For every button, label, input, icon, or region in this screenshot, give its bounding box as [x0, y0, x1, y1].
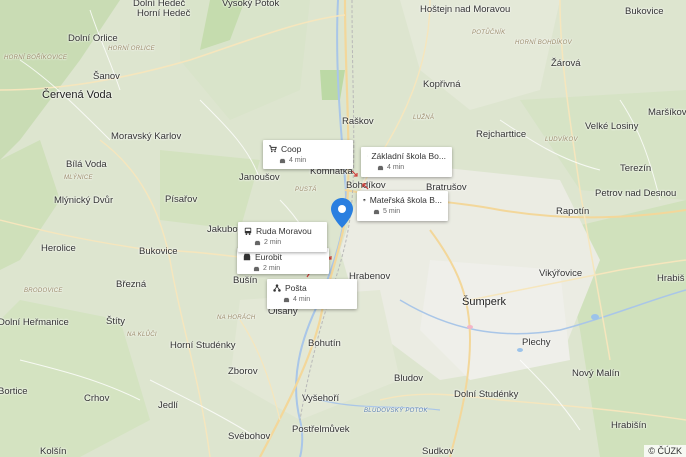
map-terrain — [0, 0, 686, 457]
place-label: Šumperk — [462, 296, 507, 308]
place-label: Dolní Heřmanice — [0, 317, 69, 328]
direction-arrow-icon — [362, 183, 369, 190]
place-label: Horní Bohdíkov — [515, 40, 572, 46]
poi-travel-time: 5 min — [383, 208, 401, 215]
poi-title: Pošta — [285, 283, 307, 293]
place-label: Moravský Karlov — [111, 131, 182, 142]
place-label: Na Klůči — [127, 332, 157, 338]
place-label: Postřelmůvek — [292, 424, 350, 435]
place-label: Březná — [116, 279, 147, 290]
place-label: Ludvíkov — [545, 137, 578, 143]
place-label: Bílá Voda — [66, 159, 107, 170]
post-icon — [273, 284, 281, 292]
poi-title: Eurobit — [255, 252, 282, 262]
place-label: Vysoký Potok — [222, 0, 280, 9]
place-label: Crhov — [84, 393, 110, 404]
place-label: Hoštejn nad Moravou — [420, 4, 511, 15]
place-label: Petrov nad Desnou — [595, 188, 677, 199]
place-label: Raškov — [342, 116, 374, 127]
place-label: Bludovský Potok — [364, 408, 428, 414]
place-label: Hrabišín — [611, 420, 647, 431]
shop-icon — [243, 253, 251, 261]
place-label: Plechy — [522, 337, 551, 348]
place-label: Brodovice — [24, 288, 63, 294]
poi-travel-time: 4 min — [293, 296, 311, 303]
place-label: Bortice — [0, 386, 28, 397]
poi-card-coop[interactable]: Coop 4 min — [263, 140, 353, 169]
poi-card-kindergarten[interactable]: Mateřská škola B... 5 min — [357, 191, 448, 221]
place-label: Zborov — [228, 366, 258, 377]
place-label: Vyšehoří — [302, 393, 340, 404]
poi-title: Coop — [281, 144, 302, 154]
poi-title: Ruda Moravou — [256, 226, 312, 236]
poi-travel-time: 4 min — [387, 164, 405, 171]
poi-title: Mateřská škola B... — [369, 195, 442, 205]
car-icon — [283, 297, 290, 302]
car-icon — [254, 240, 261, 245]
poi-card-post-office[interactable]: Pošta 4 min — [267, 279, 357, 309]
place-label: Maršíkov — [648, 107, 686, 118]
place-label: Nový Malín — [572, 368, 620, 379]
poi-card-basic-school[interactable]: Základní škola Bo... 4 min — [361, 147, 452, 177]
bus-icon — [244, 227, 252, 235]
place-label: Dolní Studénky — [454, 389, 519, 400]
place-label: Svébohov — [228, 431, 271, 442]
school-icon — [363, 198, 366, 202]
place-label: Dolní Orlice — [68, 33, 118, 44]
place-label: Sudkov — [422, 446, 454, 457]
place-label: Potůčník — [472, 30, 506, 36]
poi-travel-time: 4 min — [289, 157, 307, 164]
place-label: Písařov — [165, 194, 198, 205]
place-label: Bukovice — [139, 246, 178, 257]
place-label: Rejcharttice — [476, 129, 527, 140]
place-label: Herolice — [41, 243, 76, 254]
poi-title: Základní škola Bo... — [371, 151, 446, 161]
place-label: Rapotín — [556, 206, 590, 217]
place-label: Kolšín — [40, 446, 67, 457]
place-label: Hrabiš — [657, 273, 685, 284]
map-copyright: © ČÚZK — [644, 445, 686, 457]
place-label: Bušín — [233, 275, 258, 286]
cart-icon — [269, 145, 277, 153]
place-label: Lužná — [413, 115, 435, 121]
place-label: Terezín — [620, 163, 652, 174]
place-label: Mlýnice — [64, 175, 93, 181]
place-label: Horní Boříkovice — [4, 55, 68, 61]
place-label: Šanov — [93, 71, 120, 82]
place-label: Bludov — [394, 373, 424, 384]
place-label: Štíty — [106, 316, 126, 327]
place-label: Jedlí — [158, 400, 179, 411]
map-canvas[interactable]: Dolní Hedeč Vysoký Potok Horní Hedeč Hoš… — [0, 0, 686, 457]
place-label: Žárová — [551, 58, 581, 69]
location-pin-icon[interactable] — [331, 198, 353, 228]
place-label: Vikýřovice — [539, 268, 583, 279]
car-icon — [253, 266, 260, 271]
car-icon — [279, 158, 286, 163]
place-label: Bukovice — [625, 6, 664, 17]
place-label: Bohutín — [308, 338, 341, 349]
place-label: Na Horách — [217, 315, 256, 321]
place-label: Kopřivná — [423, 79, 461, 90]
place-label: Horní Hedeč — [137, 8, 191, 19]
car-icon — [373, 209, 380, 214]
poi-travel-time: 2 min — [263, 265, 281, 272]
car-icon — [377, 165, 384, 170]
place-label: Pustá — [295, 187, 317, 193]
poi-card-bus-stop[interactable]: Ruda Moravou 2 min — [238, 222, 327, 252]
place-label: Červená Voda — [42, 89, 112, 101]
place-label: Velké Losiny — [585, 121, 639, 132]
place-label: Horní Studénky — [170, 340, 236, 351]
place-label: Janoušov — [239, 172, 280, 183]
place-label: Horní Orlice — [108, 46, 155, 52]
poi-travel-time: 2 min — [264, 239, 282, 246]
place-label: Mlýnický Dvůr — [54, 195, 114, 206]
direction-arrow-icon — [351, 170, 358, 177]
